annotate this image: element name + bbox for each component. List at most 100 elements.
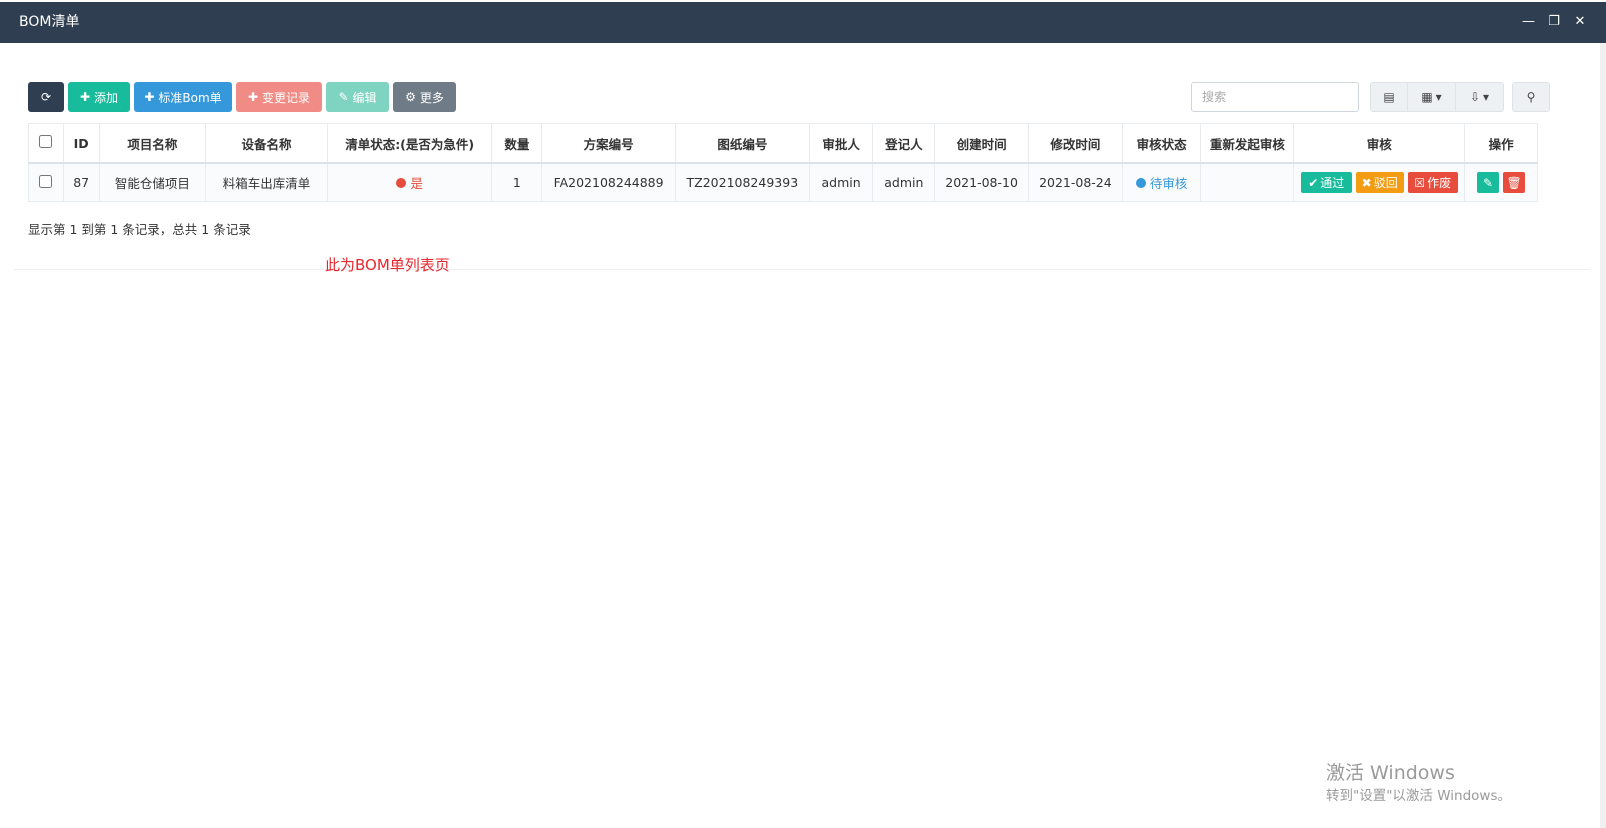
column-header[interactable]: 项目名称 xyxy=(98,123,207,164)
more-button[interactable]: ⚙ 更多 xyxy=(393,82,456,112)
column-header[interactable]: 方案编号 xyxy=(541,123,676,164)
annotation-note: 此为BOM单列表页 xyxy=(325,256,450,274)
add-button-label: 添加 xyxy=(94,90,119,105)
edit-button-label: 编辑 xyxy=(352,90,377,105)
cell-approver: admin xyxy=(808,162,874,202)
cell-device: 料箱车出库清单 xyxy=(205,162,328,202)
toggle-view-button[interactable]: ▤ xyxy=(1370,82,1408,112)
table-view-icon: ▤ xyxy=(1383,90,1395,104)
gear-icon: ⚙ xyxy=(405,90,416,104)
main-panel: ⟳ ✚ 添加 ✚ 标准Bom单 ✚ 变更记录 ✎ 编辑 ⚙ 更多 ▤ xyxy=(14,43,1590,270)
refresh-button[interactable]: ⟳ xyxy=(28,82,64,112)
pagination-info: 显示第 1 到第 1 条记录，总共 1 条记录 xyxy=(28,222,251,237)
column-header[interactable]: 图纸编号 xyxy=(674,123,810,164)
urgent-badge: 是 xyxy=(396,173,423,192)
standard-bom-label: 标准Bom单 xyxy=(158,90,222,105)
search-icon: ⚲ xyxy=(1526,90,1536,104)
cell-plan-no: FA202108244889 xyxy=(541,162,676,202)
toolbar: ⟳ ✚ 添加 ✚ 标准Bom单 ✚ 变更记录 ✎ 编辑 ⚙ 更多 xyxy=(28,82,456,112)
caret-down-icon: ▾ xyxy=(1435,90,1442,104)
plus-icon: ✚ xyxy=(144,90,155,104)
columns-icon: ▦ xyxy=(1421,90,1433,104)
urgent-label: 是 xyxy=(410,176,423,191)
cell-review-status: 待审核 xyxy=(1121,162,1202,202)
x-icon: ✖ xyxy=(1361,175,1372,190)
column-header[interactable]: 创建时间 xyxy=(934,123,1029,164)
change-log-button[interactable]: ✚ 变更记录 xyxy=(236,82,322,112)
column-header[interactable]: 修改时间 xyxy=(1028,123,1123,164)
cell-registrant: admin xyxy=(872,162,936,202)
select-all-checkbox[interactable] xyxy=(39,135,53,148)
edit-button[interactable]: ✎ 编辑 xyxy=(326,82,389,112)
window-title: BOM清单 xyxy=(19,14,80,30)
minimize-icon[interactable]: — xyxy=(1522,12,1535,32)
standard-bom-button[interactable]: ✚ 标准Bom单 xyxy=(134,82,232,112)
window-titlebar: BOM清单 — ❐ ✕ xyxy=(0,2,1606,43)
row-checkbox[interactable] xyxy=(39,174,53,188)
column-header[interactable]: 数量 xyxy=(491,123,543,164)
select-all-cell xyxy=(28,123,64,164)
cell-modified: 2021-08-24 xyxy=(1028,162,1123,202)
refresh-icon: ⟳ xyxy=(40,90,52,104)
approve-button[interactable]: ✔ 通过 xyxy=(1300,172,1352,193)
search-input[interactable] xyxy=(1191,82,1359,112)
column-header[interactable]: 操作 xyxy=(1464,123,1538,164)
reject-label: 驳回 xyxy=(1373,176,1398,190)
restore-icon[interactable]: ❐ xyxy=(1548,12,1560,32)
void-button[interactable]: ☒ 作废 xyxy=(1407,172,1458,193)
add-button[interactable]: ✚ 添加 xyxy=(68,82,130,112)
more-button-label: 更多 xyxy=(419,90,444,105)
check-icon: ✔ xyxy=(1308,175,1319,190)
plus-icon: ✚ xyxy=(247,90,259,104)
cell-urgent-status: 是 xyxy=(326,162,493,202)
void-label: 作废 xyxy=(1427,176,1452,190)
reject-button[interactable]: ✖ 驳回 xyxy=(1355,172,1404,193)
table-row[interactable]: 87 智能仓储项目 料箱车出库清单 是 1 FA202108244889 TZ2… xyxy=(28,162,1538,202)
row-delete-button[interactable]: 🗑 xyxy=(1503,172,1526,193)
column-header[interactable]: 登记人 xyxy=(872,123,936,164)
window-controls: — ❐ ✕ xyxy=(1522,12,1586,32)
row-select-cell xyxy=(28,162,64,202)
export-icon: ⇩ xyxy=(1469,90,1481,104)
row-edit-button[interactable]: ✎ xyxy=(1477,172,1500,193)
column-header[interactable]: ID xyxy=(62,123,100,164)
column-header[interactable]: 清单状态:(是否为急件) xyxy=(326,123,493,164)
bom-table: ID 项目名称 设备名称 清单状态:(是否为急件) 数量 方案编号 图纸编号 审… xyxy=(28,123,1538,202)
cell-drawing-no: TZ202108249393 xyxy=(674,162,810,202)
column-header[interactable]: 重新发起审核 xyxy=(1200,123,1295,164)
watermark-title: 激活 Windows xyxy=(1326,762,1455,784)
status-dot-icon xyxy=(396,177,407,188)
column-header[interactable]: 审批人 xyxy=(808,123,874,164)
table-header-row: ID 项目名称 设备名称 清单状态:(是否为急件) 数量 方案编号 图纸编号 审… xyxy=(28,123,1538,164)
review-status-badge: 待审核 xyxy=(1135,173,1188,192)
watermark-subtitle: 转到"设置"以激活 Windows。 xyxy=(1326,788,1511,804)
caret-down-icon: ▾ xyxy=(1483,90,1490,104)
table-tools: ▤ ▦ ▾ ⇩ ▾ ⚲ xyxy=(1191,82,1550,112)
view-tool-group: ▤ ▦ ▾ ⇩ ▾ xyxy=(1370,82,1504,112)
column-header[interactable]: 设备名称 xyxy=(205,123,328,164)
cell-quantity: 1 xyxy=(491,162,543,202)
vertical-scrollbar[interactable] xyxy=(1600,43,1606,828)
change-log-label: 变更记录 xyxy=(262,90,311,105)
plus-icon: ✚ xyxy=(79,90,91,104)
close-icon[interactable]: ✕ xyxy=(1574,12,1586,32)
export-dropdown-button[interactable]: ⇩ ▾ xyxy=(1456,82,1504,112)
status-dot-icon xyxy=(1135,177,1146,188)
windows-activation-watermark: 激活 Windows 转到"设置"以激活 Windows。 xyxy=(1326,761,1511,807)
x-square-icon: ☒ xyxy=(1414,175,1426,190)
trash-icon: 🗑 xyxy=(1506,175,1522,190)
review-status-label: 待审核 xyxy=(1149,176,1188,191)
column-header[interactable]: 审核 xyxy=(1293,123,1466,164)
approve-label: 通过 xyxy=(1320,176,1345,190)
cell-id: 87 xyxy=(62,162,100,202)
cell-project: 智能仓储项目 xyxy=(98,162,207,202)
advanced-search-button[interactable]: ⚲ xyxy=(1512,82,1550,112)
cell-operations: ✎ 🗑 xyxy=(1464,162,1538,202)
cell-created: 2021-08-10 xyxy=(934,162,1029,202)
pencil-icon: ✎ xyxy=(338,90,349,104)
cell-review-actions: ✔ 通过 ✖ 驳回 ☒ 作废 xyxy=(1293,162,1466,202)
cell-resubmit xyxy=(1200,162,1295,202)
columns-dropdown-button[interactable]: ▦ ▾ xyxy=(1408,82,1456,112)
pencil-icon: ✎ xyxy=(1483,175,1494,190)
column-header[interactable]: 审核状态 xyxy=(1121,123,1202,164)
